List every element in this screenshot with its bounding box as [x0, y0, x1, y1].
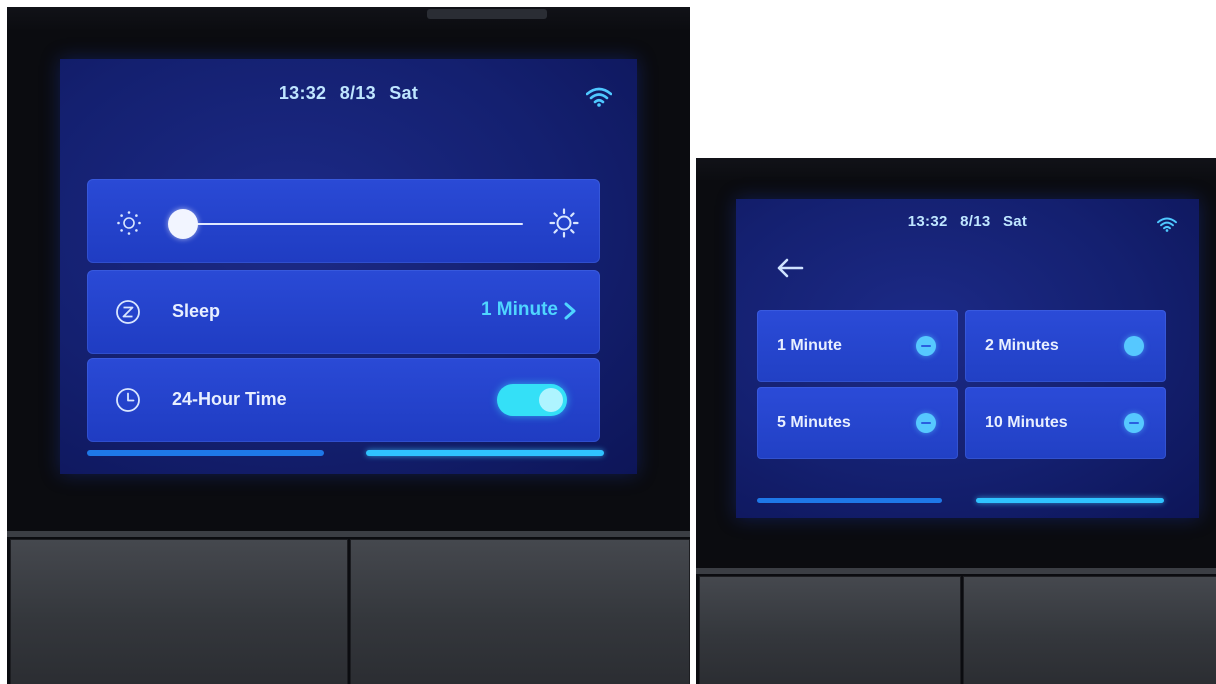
sleep-setting-row[interactable]: Sleep 1 Minute — [87, 270, 600, 354]
sleep-options-screen: 13:32 8/13 Sat 1 Minute 2 Minutes 5 Minu… — [736, 199, 1199, 518]
sleep-label: Sleep — [172, 301, 221, 321]
sleep-z-icon — [116, 300, 140, 324]
physical-button-left[interactable] — [10, 539, 348, 684]
status-time: 13:32 — [907, 213, 948, 230]
brightness-slider-thumb[interactable] — [168, 209, 199, 239]
24-hour-time-row: 24-Hour Time — [87, 358, 600, 442]
settings-device: 13:32 8/13 Sat Sleep 1 Minute 24-Hour Ti… — [7, 7, 690, 684]
radio-icon — [1124, 336, 1144, 356]
page-indicator-1[interactable] — [87, 450, 324, 456]
status-date: 8/13 — [339, 83, 376, 103]
sun-large-icon — [549, 208, 579, 238]
panel-divider — [7, 531, 690, 537]
sun-small-icon — [117, 211, 141, 235]
chevron-right-icon — [564, 302, 576, 320]
wifi-icon — [586, 87, 612, 107]
toggle-knob — [539, 388, 563, 412]
sleep-value: 1 Minute — [480, 299, 558, 320]
brightness-slider-track[interactable] — [169, 223, 523, 225]
option-label: 5 Minutes — [777, 414, 851, 431]
sleep-option-10-minutes[interactable]: 10 Minutes — [965, 387, 1166, 459]
page-indicator-2[interactable] — [366, 450, 604, 456]
physical-button-left[interactable] — [699, 576, 961, 684]
status-day: Sat — [1002, 213, 1028, 230]
radio-icon — [916, 336, 936, 356]
status-time: 13:32 — [278, 83, 327, 103]
sleep-option-2-minutes[interactable]: 2 Minutes — [965, 310, 1166, 382]
sleep-device: 13:32 8/13 Sat 1 Minute 2 Minutes 5 Minu… — [696, 158, 1216, 684]
settings-screen: 13:32 8/13 Sat Sleep 1 Minute 24-Hour Ti… — [60, 59, 637, 474]
status-date: 8/13 — [960, 213, 991, 230]
brightness-card — [87, 179, 600, 263]
option-label: 10 Minutes — [985, 414, 1068, 431]
option-label: 2 Minutes — [985, 337, 1059, 354]
radio-icon — [916, 413, 936, 433]
panel-divider — [696, 568, 1216, 574]
back-arrow-icon[interactable] — [776, 257, 804, 279]
option-label: 1 Minute — [777, 337, 842, 354]
physical-button-right[interactable] — [350, 539, 690, 684]
wifi-icon — [1157, 217, 1177, 232]
device-notch — [427, 9, 547, 19]
clock-icon — [116, 388, 140, 412]
sleep-option-1-minute[interactable]: 1 Minute — [757, 310, 958, 382]
page-indicator-2[interactable] — [976, 498, 1164, 503]
sleep-option-5-minutes[interactable]: 5 Minutes — [757, 387, 958, 459]
status-bar: 13:32 8/13 Sat — [60, 83, 637, 104]
radio-icon — [1124, 413, 1144, 433]
24-hour-time-label: 24-Hour Time — [172, 389, 287, 409]
device-bezel — [696, 158, 1216, 182]
page-indicator-1[interactable] — [757, 498, 942, 503]
physical-button-right[interactable] — [963, 576, 1216, 684]
status-bar: 13:32 8/13 Sat — [736, 213, 1199, 230]
24-hour-time-toggle[interactable] — [497, 384, 567, 416]
device-bezel — [7, 7, 690, 31]
status-day: Sat — [389, 83, 419, 103]
